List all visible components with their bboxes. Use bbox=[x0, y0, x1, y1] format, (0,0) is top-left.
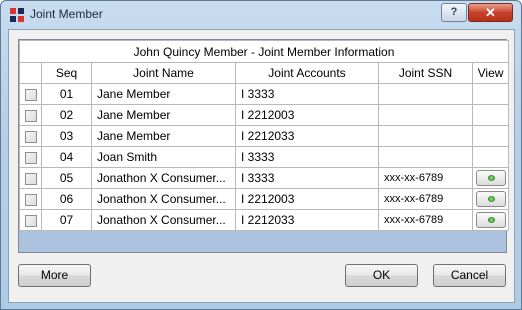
joint-ssn-cell bbox=[378, 83, 473, 105]
table-row[interactable]: 02 Jane Member I 2212003 bbox=[19, 104, 510, 126]
seq-cell: 07 bbox=[41, 209, 92, 231]
row-checkbox[interactable] bbox=[24, 88, 37, 101]
joint-member-grid[interactable]: John Quincy Member - Joint Member Inform… bbox=[18, 39, 510, 253]
joint-ssn-cell bbox=[378, 104, 473, 126]
dialog-body: John Quincy Member - Joint Member Inform… bbox=[8, 29, 515, 303]
eye-icon bbox=[487, 217, 495, 223]
seq-cell: 03 bbox=[41, 125, 92, 147]
table-row[interactable]: 05 Jonathon X Consumer... I 3333 xxx-xx-678… bbox=[19, 167, 510, 189]
joint-name-cell: Jonathon X Consumer... bbox=[91, 167, 236, 189]
view-cell bbox=[471, 167, 510, 189]
row-checkbox-cell bbox=[19, 209, 42, 231]
joint-name-cell: Jane Member bbox=[91, 104, 236, 126]
title-bar[interactable]: Joint Member ? ✕ bbox=[1, 1, 521, 29]
row-checkbox[interactable] bbox=[24, 130, 37, 143]
row-checkbox[interactable] bbox=[24, 214, 37, 227]
column-header-seq[interactable]: Seq bbox=[41, 62, 92, 84]
view-button[interactable] bbox=[475, 191, 506, 207]
row-checkbox-cell bbox=[19, 146, 42, 168]
joint-name-cell: Joan Smith bbox=[91, 146, 236, 168]
column-header-name[interactable]: Joint Name bbox=[91, 62, 236, 84]
row-checkbox[interactable] bbox=[24, 172, 37, 185]
cancel-button[interactable]: Cancel bbox=[433, 264, 506, 287]
view-button[interactable] bbox=[475, 212, 506, 228]
joint-accounts-cell: I 2212003 bbox=[235, 188, 379, 210]
view-cell bbox=[471, 83, 510, 105]
seq-cell: 04 bbox=[41, 146, 92, 168]
view-cell bbox=[471, 104, 510, 126]
joint-name-cell: Jonathon X Consumer... bbox=[91, 188, 236, 210]
joint-ssn-cell: xxx-xx-6789 bbox=[378, 188, 473, 210]
joint-ssn-cell bbox=[378, 125, 473, 147]
help-button[interactable]: ? bbox=[441, 3, 467, 22]
joint-name-cell: Jane Member bbox=[91, 125, 236, 147]
joint-name-cell: Jane Member bbox=[91, 83, 236, 105]
row-checkbox-cell bbox=[19, 104, 42, 126]
row-checkbox-cell bbox=[19, 188, 42, 210]
joint-name-cell: Jonathon X Consumer... bbox=[91, 209, 236, 231]
column-header-select[interactable] bbox=[19, 62, 42, 84]
row-checkbox-cell bbox=[19, 125, 42, 147]
view-button[interactable] bbox=[475, 170, 506, 186]
joint-accounts-cell: I 3333 bbox=[235, 146, 379, 168]
table-row[interactable]: 03 Jane Member I 2212033 bbox=[19, 125, 510, 147]
ok-button[interactable]: OK bbox=[345, 264, 418, 287]
more-button[interactable]: More bbox=[18, 264, 91, 287]
joint-accounts-cell: I 2212033 bbox=[235, 125, 379, 147]
seq-cell: 02 bbox=[41, 104, 92, 126]
app-icon bbox=[10, 8, 24, 22]
row-checkbox-cell bbox=[19, 167, 42, 189]
table-row[interactable]: 04 Joan Smith I 3333 bbox=[19, 146, 510, 168]
joint-ssn-cell bbox=[378, 146, 473, 168]
seq-cell: 06 bbox=[41, 188, 92, 210]
close-button[interactable]: ✕ bbox=[468, 3, 513, 22]
column-header-ssn[interactable]: Joint SSN bbox=[378, 62, 473, 84]
grid-body: 01 Jane Member I 3333 02 Jane Member I 221200… bbox=[19, 83, 510, 231]
row-checkbox-cell bbox=[19, 83, 42, 105]
view-cell bbox=[471, 209, 510, 231]
view-cell bbox=[471, 125, 510, 147]
row-checkbox[interactable] bbox=[24, 193, 37, 206]
table-row[interactable]: 06 Jonathon X Consumer... I 2212003 xxx-xx-… bbox=[19, 188, 510, 210]
view-cell bbox=[471, 146, 510, 168]
joint-accounts-cell: I 3333 bbox=[235, 83, 379, 105]
eye-icon bbox=[487, 196, 495, 202]
seq-cell: 05 bbox=[41, 167, 92, 189]
joint-member-dialog: Joint Member ? ✕ John Quincy Member - Jo… bbox=[0, 0, 522, 310]
row-checkbox[interactable] bbox=[24, 109, 37, 122]
joint-ssn-cell: xxx-xx-6789 bbox=[378, 209, 473, 231]
grid-caption: John Quincy Member - Joint Member Inform… bbox=[18, 40, 510, 63]
eye-icon bbox=[487, 175, 495, 181]
row-checkbox[interactable] bbox=[24, 151, 37, 164]
table-row[interactable]: 01 Jane Member I 3333 bbox=[19, 83, 510, 105]
view-cell bbox=[471, 188, 510, 210]
seq-cell: 01 bbox=[41, 83, 92, 105]
window-title: Joint Member bbox=[30, 7, 103, 21]
table-row[interactable]: 07 Jonathon X Consumer... I 2212033 xxx-xx-… bbox=[19, 209, 510, 231]
joint-accounts-cell: I 2212033 bbox=[235, 209, 379, 231]
joint-member-table: John Quincy Member - Joint Member Inform… bbox=[18, 40, 510, 231]
joint-ssn-cell: xxx-xx-6789 bbox=[378, 167, 473, 189]
joint-accounts-cell: I 2212003 bbox=[235, 104, 379, 126]
column-header-row: Seq Joint Name Joint Accounts Joint SSN … bbox=[19, 62, 510, 84]
column-header-view[interactable]: View bbox=[471, 62, 510, 84]
joint-accounts-cell: I 3333 bbox=[235, 167, 379, 189]
column-header-accounts[interactable]: Joint Accounts bbox=[235, 62, 379, 84]
